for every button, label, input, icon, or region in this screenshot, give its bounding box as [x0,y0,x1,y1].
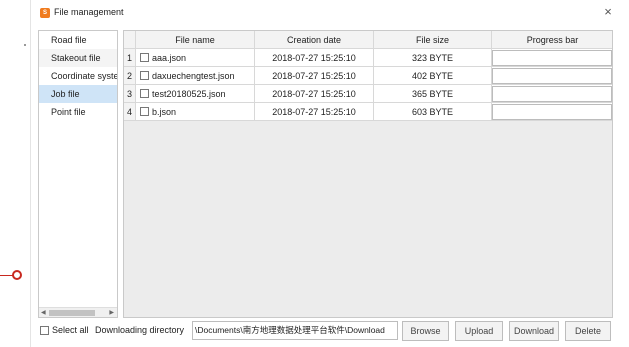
sidebar-item-job-file[interactable]: Job file [39,85,117,103]
table-row[interactable]: aaa.json [136,49,255,67]
progress-cell [492,67,612,85]
select-all-checkbox[interactable] [40,326,49,335]
column-header-file-size[interactable]: File size [374,31,492,49]
file-size: 603 BYTE [374,103,492,121]
title-bar: S File management × [31,0,629,24]
row-number: 3 [124,85,136,103]
connector-node-icon[interactable] [12,270,22,280]
creation-date: 2018-07-27 15:25:10 [255,67,374,85]
column-header-file-name[interactable]: File name [136,31,255,49]
row-number: 1 [124,49,136,67]
progress-cell [492,85,612,103]
file-table: File name Creation date File size Progre… [123,30,613,318]
sidebar-horizontal-scrollbar[interactable]: ◀ ▶ [39,307,117,317]
download-directory-field[interactable]: \Documents\南方地理数据处理平台软件\Download [192,321,398,340]
sidebar-item-point-file[interactable]: Point file [39,103,117,121]
select-all-label[interactable]: Select all [52,325,89,335]
handle-dot [24,44,26,46]
window-title: File management [54,7,124,17]
sidebar-item-stakeout-file[interactable]: Stakeout file [39,49,117,67]
close-button[interactable]: × [596,3,620,21]
download-directory-label: Downloading directory [95,325,185,335]
creation-date: 2018-07-27 15:25:10 [255,85,374,103]
sidebar-item-coordinate-system-file[interactable]: Coordinate system file [39,67,117,85]
scrollbar-thumb[interactable] [49,310,95,316]
progress-cell [492,103,612,121]
table-row[interactable]: test20180525.json [136,85,255,103]
file-size: 402 BYTE [374,67,492,85]
progress-bar [492,86,612,102]
column-header-creation-date[interactable]: Creation date [255,31,374,49]
file-name: aaa.json [152,53,187,63]
row-checkbox[interactable] [140,53,149,62]
progress-cell [492,49,612,67]
table-row[interactable]: b.json [136,103,255,121]
scroll-right-icon[interactable]: ▶ [109,309,114,316]
table-row[interactable]: daxuechengtest.json [136,67,255,85]
column-header-progress-bar[interactable]: Progress bar [492,31,612,49]
file-management-dialog: S File management × Road file Stakeout f… [30,0,629,347]
file-name: b.json [152,107,177,117]
file-size: 323 BYTE [374,49,492,67]
row-checkbox[interactable] [140,107,149,116]
creation-date: 2018-07-27 15:25:10 [255,103,374,121]
progress-bar [492,68,612,84]
app-logo-icon: S [40,8,50,18]
progress-bar [492,50,612,66]
background-window-strip [0,0,30,347]
scroll-left-icon[interactable]: ◀ [41,309,46,316]
file-type-list: Road file Stakeout file Coordinate syste… [38,30,118,318]
row-checkbox[interactable] [140,71,149,80]
upload-button[interactable]: Upload [455,321,503,341]
file-name: test20180525.json [152,89,226,99]
row-number: 4 [124,103,136,121]
file-name: daxuechengtest.json [152,71,235,81]
corner-header [124,31,136,49]
footer-bar: Select all Downloading directory \Docume… [31,321,629,341]
delete-button[interactable]: Delete [565,321,611,341]
row-number: 2 [124,67,136,85]
browse-button[interactable]: Browse [402,321,449,341]
sidebar-item-road-file[interactable]: Road file [39,31,117,49]
download-button[interactable]: Download [509,321,559,341]
creation-date: 2018-07-27 15:25:10 [255,49,374,67]
progress-bar [492,104,612,120]
row-checkbox[interactable] [140,89,149,98]
file-size: 365 BYTE [374,85,492,103]
